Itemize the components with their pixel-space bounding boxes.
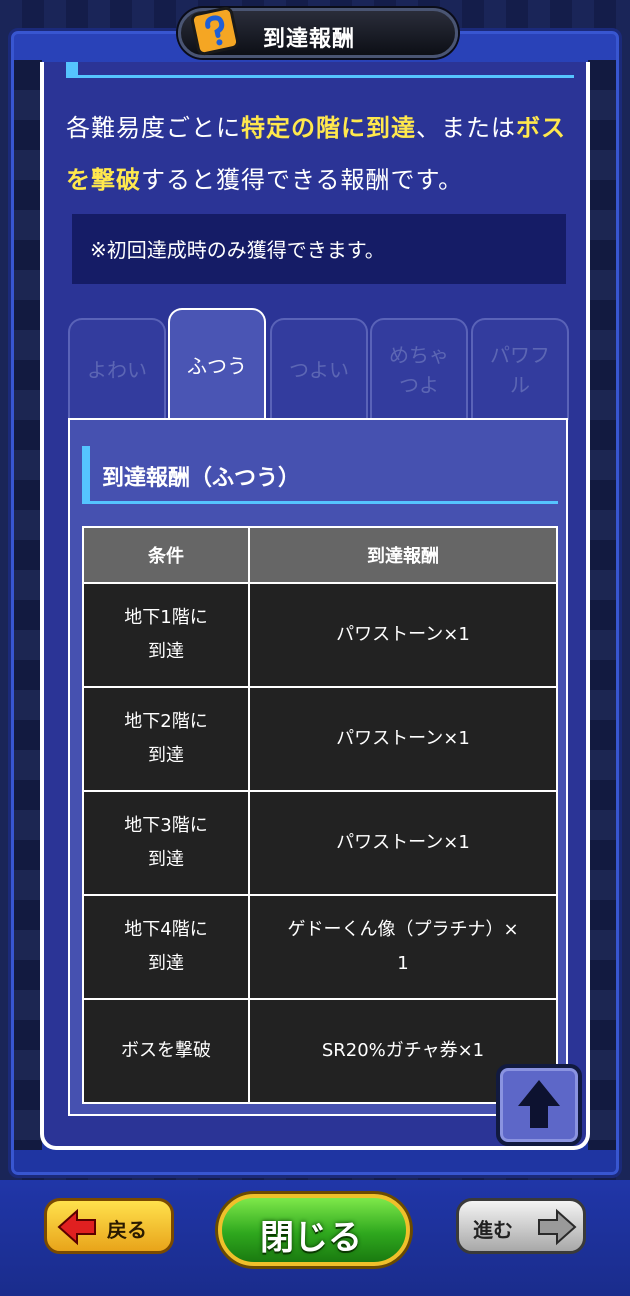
table-row: 地下4階に 到達 ゲドーくん像（プラチナ）× 1 [82, 894, 558, 1000]
intro-highlight1: 特定の階に到達 [241, 114, 416, 142]
tab-mechatsuyo[interactable]: めちゃ つよ [370, 318, 468, 420]
header-reward: 到達報酬 [248, 526, 558, 584]
tab-content: 到達報酬（ふつう） 条件 到達報酬 地下1階に 到達 パワストーン×1 地下2階… [68, 418, 568, 1116]
title-bar: 到達報酬 [178, 6, 458, 58]
table-header-row: 条件 到達報酬 [82, 526, 558, 584]
condition-cell: ボスを撃破 [82, 998, 250, 1104]
intro-part1: 各難易度ごとに [66, 114, 241, 142]
left-decoration [14, 60, 42, 1150]
tab-yowai[interactable]: よわい [68, 318, 166, 420]
reward-cell: ゲドーくん像（プラチナ）× 1 [248, 894, 558, 1000]
content-panel: 各難易度ごとに特定の階に到達、またはボスを撃破すると獲得できる報酬です。 ※初回… [40, 62, 590, 1150]
tab-tsuyoi[interactable]: つよい [270, 318, 368, 420]
condition-cell: 地下4階に 到達 [82, 894, 250, 1000]
condition-cell: 地下3階に 到達 [82, 790, 250, 896]
right-decoration [588, 60, 616, 1150]
reward-cell: パワストーン×1 [248, 790, 558, 896]
close-label: 閉じる [260, 1218, 362, 1258]
tab-futsuu[interactable]: ふつう [168, 308, 266, 422]
question-mark-icon [190, 6, 240, 56]
table-row: 地下2階に 到達 パワストーン×1 [82, 686, 558, 792]
difficulty-tabs: よわい ふつう つよい めちゃ つよ パワフ ル [68, 308, 572, 422]
reward-cell: パワストーン×1 [248, 686, 558, 792]
panel-accent [66, 62, 574, 78]
close-button[interactable]: 閉じる [218, 1194, 410, 1266]
condition-cell: 地下2階に 到達 [82, 686, 250, 792]
arrow-up-icon [518, 1080, 560, 1128]
note-box: ※初回達成時のみ獲得できます。 [72, 214, 566, 284]
scroll-top-button[interactable] [496, 1064, 582, 1146]
table-row: 地下1階に 到達 パワストーン×1 [82, 582, 558, 688]
intro-part2: 、または [416, 114, 516, 142]
table-row: 地下3階に 到達 パワストーン×1 [82, 790, 558, 896]
forward-button[interactable]: 進む [456, 1198, 586, 1254]
back-button[interactable]: 戻る [44, 1198, 174, 1254]
arrow-right-icon [538, 1208, 577, 1246]
intro-text: 各難易度ごとに特定の階に到達、またはボスを撃破すると獲得できる報酬です。 [66, 102, 566, 206]
table-row: ボスを撃破 SR20%ガチャ券×1 [82, 998, 558, 1104]
section-title: 到達報酬（ふつう） [82, 446, 558, 504]
intro-part3: すると獲得できる報酬です。 [141, 166, 464, 194]
page-title: 到達報酬 [263, 27, 356, 52]
rewards-table: 条件 到達報酬 地下1階に 到達 パワストーン×1 地下2階に 到達 パワストー… [82, 526, 558, 1104]
arrow-left-icon [57, 1208, 96, 1246]
reward-cell: パワストーン×1 [248, 582, 558, 688]
condition-cell: 地下1階に 到達 [82, 582, 250, 688]
forward-label: 進む [473, 1218, 513, 1242]
back-label: 戻る [107, 1218, 147, 1242]
tab-pawafuru[interactable]: パワフ ル [471, 318, 569, 420]
header-condition: 条件 [82, 526, 250, 584]
